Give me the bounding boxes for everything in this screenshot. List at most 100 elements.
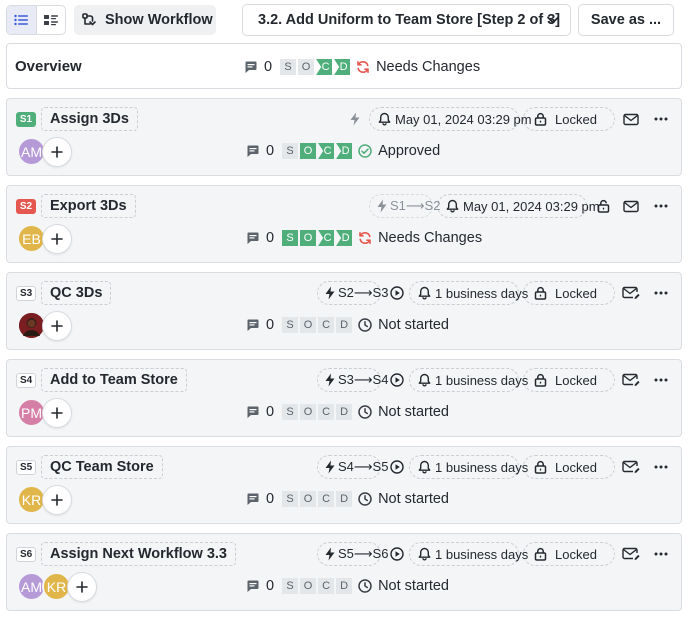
socd-o: O: [300, 404, 317, 420]
socd-c: C: [318, 491, 335, 507]
play-icon[interactable]: [385, 542, 409, 566]
trigger-condition[interactable]: S2⟶S3: [317, 281, 388, 305]
lock-label: Locked: [555, 459, 597, 475]
comment-icon: [246, 405, 260, 419]
detail-view-button[interactable]: [35, 6, 65, 34]
socd-d: D: [336, 230, 353, 246]
lock-label: Locked: [555, 285, 597, 301]
step-name[interactable]: Assign 3Ds: [41, 107, 138, 131]
step-tag: S3: [16, 286, 37, 301]
socd-o: O: [300, 230, 317, 246]
play-icon[interactable]: [385, 281, 409, 305]
step-name[interactable]: QC 3Ds: [41, 281, 112, 305]
comment-count[interactable]: 0: [264, 59, 272, 75]
mail-icon[interactable]: [619, 194, 643, 218]
due-date[interactable]: May 01, 2024 03:29 pm: [369, 107, 532, 131]
add-assignee-button[interactable]: [42, 224, 72, 254]
lock-icon: [534, 460, 547, 474]
socd-indicator: SOCD: [282, 143, 354, 159]
lock-status[interactable]: Locked: [523, 368, 615, 392]
lock-status[interactable]: Locked: [523, 107, 615, 131]
more-options-icon[interactable]: [649, 455, 673, 479]
trigger-condition[interactable]: S1⟶S2: [369, 194, 440, 218]
lightning-icon: [324, 373, 336, 387]
play-icon[interactable]: [385, 368, 409, 392]
step-name[interactable]: Add to Team Store: [41, 368, 187, 392]
socd-indicator: SOCD: [282, 230, 354, 246]
bell-icon: [418, 460, 431, 474]
more-options-icon[interactable]: [649, 368, 673, 392]
step-tag: S4: [16, 373, 37, 388]
status-text: Not started: [378, 491, 449, 507]
trigger-label: S4⟶S5: [338, 459, 389, 474]
view-toggle: [6, 5, 66, 35]
comment-icon: [244, 60, 258, 74]
step-name[interactable]: Export 3Ds: [41, 194, 136, 218]
more-options-icon[interactable]: [649, 542, 673, 566]
mail-edit-icon[interactable]: [619, 281, 643, 305]
socd-o: O: [298, 59, 315, 75]
comment-count[interactable]: 0: [266, 491, 274, 507]
step-name[interactable]: QC Team Store: [41, 455, 163, 479]
lock-label: Locked: [555, 546, 597, 562]
due-date[interactable]: 1 business days: [409, 455, 528, 479]
add-assignee-button[interactable]: [42, 485, 72, 515]
lightning-icon[interactable]: [343, 107, 367, 131]
mail-edit-icon[interactable]: [619, 542, 643, 566]
play-icon[interactable]: [385, 455, 409, 479]
workflow-select[interactable]: 3.2. Add Uniform to Team Store [Step 2 o…: [242, 4, 571, 36]
socd-s: S: [282, 491, 299, 507]
status-text: Not started: [378, 404, 449, 420]
comment-icon: [246, 579, 260, 593]
comment-count[interactable]: 0: [266, 230, 274, 246]
step-tag: S6: [16, 547, 37, 562]
status-text: Needs Changes: [378, 230, 483, 246]
mail-edit-icon[interactable]: [619, 107, 643, 131]
lock-status[interactable]: Locked: [523, 542, 615, 566]
status-text: Approved: [378, 143, 441, 159]
comment-count[interactable]: 0: [266, 404, 274, 420]
lock-status[interactable]: Locked: [523, 281, 615, 305]
lock-label: Locked: [555, 111, 597, 127]
trigger-label: S5⟶S6: [338, 546, 389, 561]
lock-status[interactable]: Locked: [523, 455, 615, 479]
due-date[interactable]: May 01, 2024 03:29 pm: [437, 194, 600, 218]
more-options-icon[interactable]: [649, 107, 673, 131]
add-assignee-button[interactable]: [67, 572, 97, 602]
mail-edit-icon[interactable]: [619, 368, 643, 392]
comment-count[interactable]: 0: [266, 578, 274, 594]
lock-icon: [534, 286, 547, 300]
more-options-icon[interactable]: [649, 281, 673, 305]
list-view-icon: [14, 14, 29, 26]
comment-icon: [246, 231, 260, 245]
mail-edit-icon[interactable]: [619, 455, 643, 479]
add-assignee-button[interactable]: [42, 311, 72, 341]
due-date[interactable]: 1 business days: [409, 542, 528, 566]
status-text: Not started: [378, 317, 449, 333]
socd-s: S: [280, 59, 297, 75]
due-label: May 01, 2024 03:29 pm: [463, 198, 600, 214]
trigger-condition[interactable]: S5⟶S6: [317, 542, 388, 566]
lock-icon: [534, 112, 547, 126]
list-view-button[interactable]: [7, 6, 36, 34]
lightning-icon: [324, 547, 336, 561]
due-date[interactable]: 1 business days: [409, 281, 528, 305]
comment-count[interactable]: 0: [266, 143, 274, 159]
save-as-button[interactable]: Save as ...: [578, 4, 674, 36]
add-assignee-button[interactable]: [42, 398, 72, 428]
step-card: S4 Add to Team Store PM Locked 1 business da…: [6, 359, 682, 437]
clock-icon: [358, 318, 372, 332]
more-options-icon[interactable]: [649, 194, 673, 218]
trigger-condition[interactable]: S3⟶S4: [317, 368, 388, 392]
due-date[interactable]: 1 business days: [409, 368, 528, 392]
lightning-icon: [324, 286, 336, 300]
show-workflow-button[interactable]: Show Workflow: [74, 5, 216, 35]
clock-icon: [358, 579, 372, 593]
socd-c: C: [318, 143, 335, 159]
socd-s: S: [282, 143, 299, 159]
socd-d: D: [336, 404, 353, 420]
step-name[interactable]: Assign Next Workflow 3.3: [41, 542, 236, 566]
comment-count[interactable]: 0: [266, 317, 274, 333]
add-assignee-button[interactable]: [42, 137, 72, 167]
trigger-condition[interactable]: S4⟶S5: [317, 455, 388, 479]
